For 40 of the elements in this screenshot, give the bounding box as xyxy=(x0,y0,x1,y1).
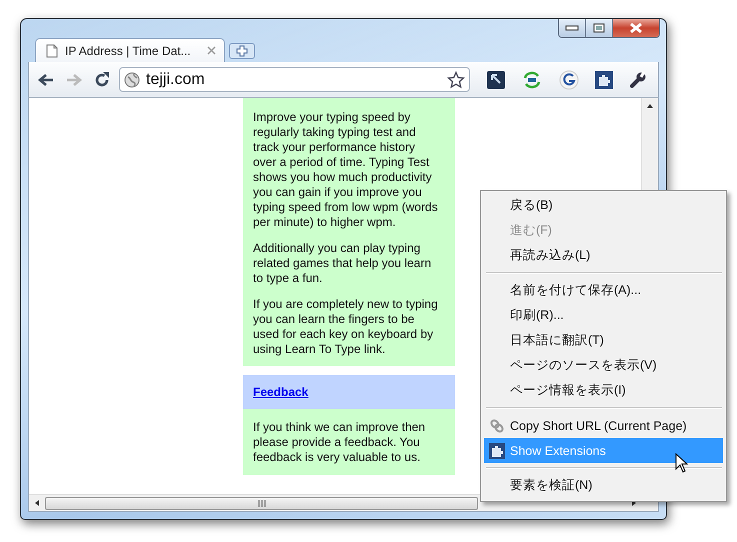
menu-item[interactable]: 印刷(R)... xyxy=(484,303,723,328)
close-button[interactable] xyxy=(613,19,659,37)
url-text: tejji.com xyxy=(146,70,206,88)
minimize-button[interactable] xyxy=(559,19,586,37)
paragraph: If you are completely new to typing you can learn the fingers to be used for each key on keyboard by using Learn To Type link. xyxy=(253,297,439,357)
maximize-button[interactable] xyxy=(586,19,613,37)
close-icon[interactable] xyxy=(207,46,216,55)
address-bar[interactable]: tejji.com xyxy=(119,67,470,92)
page-icon xyxy=(46,44,58,58)
menu-item[interactable]: 戻る(B) xyxy=(484,193,723,218)
menu-item[interactable]: 名前を付けて保存(A)... xyxy=(484,278,723,303)
minimize-icon xyxy=(565,25,579,31)
paragraph: Additionally you can play typing related games that help you learn to type a fun. xyxy=(253,241,432,286)
menu-item[interactable]: ページのソースを表示(V) xyxy=(484,353,723,378)
wrench-icon[interactable] xyxy=(629,70,647,88)
sync-arrows-icon[interactable] xyxy=(521,70,543,90)
paragraph: Improve your typing speed by regularly taking typing test and track your performance history over a period of time. Typing Test shows you how much productivity you can gain if you improve you typing speed from low wpm (words per minute) to higher wpm. xyxy=(253,110,439,230)
puzzle-icon xyxy=(489,442,505,458)
browser-tab[interactable]: IP Address | Time Dat... xyxy=(35,38,225,62)
globe-icon xyxy=(124,72,140,88)
close-icon xyxy=(629,23,643,33)
menu-item[interactable]: 再読み込み(L) xyxy=(484,243,723,268)
back-icon[interactable] xyxy=(37,72,55,88)
star-icon[interactable] xyxy=(447,70,465,88)
reload-icon[interactable] xyxy=(93,70,111,88)
chain-link-icon xyxy=(489,418,505,434)
menu-item[interactable]: 日本語に翻訳(T) xyxy=(484,328,723,353)
puzzle-icon[interactable] xyxy=(595,70,613,88)
menu-item[interactable]: 要素を検証(N) xyxy=(484,473,723,498)
maximize-icon xyxy=(593,23,605,33)
cursor-icon[interactable] xyxy=(487,70,505,88)
tab-title: IP Address | Time Dat... xyxy=(65,44,192,58)
feedback-link[interactable]: Feedback xyxy=(253,385,308,399)
plus-icon xyxy=(236,45,248,57)
g-letter-icon[interactable] xyxy=(559,70,579,90)
menu-item[interactable]: Copy Short URL (Current Page) xyxy=(484,413,723,438)
new-tab-button[interactable] xyxy=(229,43,255,59)
scrollbar-thumb[interactable] xyxy=(45,496,478,510)
menu-item[interactable]: ページ情報を表示(I) xyxy=(484,378,723,403)
paragraph: If you think we can improve then please provide a feedback. You feedback is very valuable to us. xyxy=(253,420,426,465)
